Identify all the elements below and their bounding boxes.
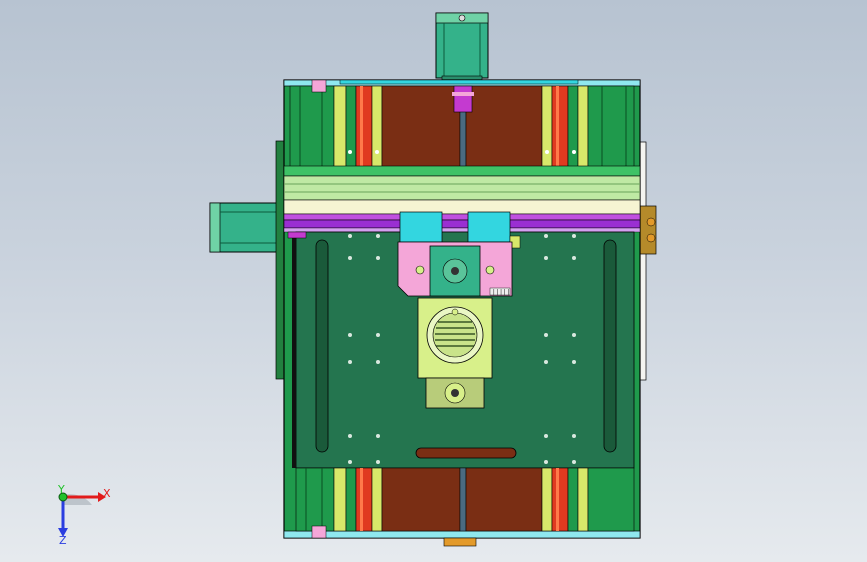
y-axis-label: Y <box>57 483 65 496</box>
cad-viewport[interactable]: ||||| X Y Z <box>0 0 867 562</box>
spindle-motor[interactable] <box>417 297 493 409</box>
x-axis-label: X <box>103 487 111 500</box>
z-axis-label: Z <box>59 534 67 547</box>
upper-bed[interactable] <box>289 79 635 169</box>
right-side-bracket <box>639 141 657 381</box>
svg-text:|||||: ||||| <box>492 289 510 296</box>
gantry-beam[interactable] <box>283 165 641 233</box>
cad-model-drawing[interactable]: ||||| X Y Z <box>0 0 867 562</box>
coordinate-triad: X Y Z <box>57 483 111 547</box>
left-stepper-motor[interactable] <box>209 140 285 380</box>
top-stepper-motor[interactable] <box>435 12 489 83</box>
